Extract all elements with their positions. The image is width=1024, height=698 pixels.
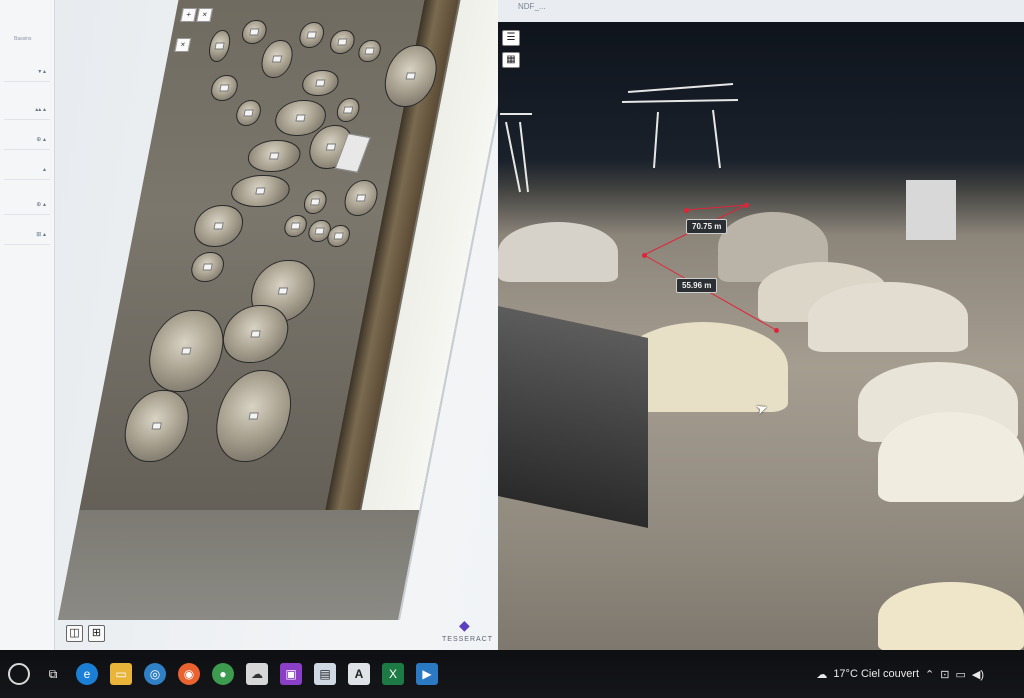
notepad-icon[interactable]: ▤ [314,663,336,685]
measure-point[interactable] [642,253,647,258]
stockpile[interactable] [118,390,195,462]
tesseract-logo-icon: ◆ [459,617,470,633]
split-view-button[interactable]: ◫ [66,625,83,642]
stockpile[interactable] [228,175,293,207]
search-button[interactable] [8,663,30,685]
cloud-icon: ☁ [816,668,828,681]
stockpile[interactable] [341,180,381,216]
panel-row-6[interactable]: ⊞ ▴ [4,225,50,245]
stockpile[interactable] [206,30,233,62]
measure-point[interactable] [684,208,689,213]
map-close-button-2[interactable]: × [174,38,192,52]
taskbar: ⧉ e ▭ ◎ ◉ ● ☁ ▣ ▤ A X ▶ ☁ 17°C Ciel couv… [0,650,1024,698]
stockpile[interactable] [142,310,231,392]
volume-icon[interactable]: ◀) [972,668,984,681]
chevron-up-icon[interactable]: ⌃ [925,668,934,681]
stockpile[interactable] [334,98,362,122]
stockpile[interactable] [208,370,299,462]
stockpile[interactable] [245,140,304,172]
stockpile[interactable] [301,190,329,214]
screen: Bassins ▾ ▴ ▴▴ ▴ ⊕ ▴ ▴ ⊕ ▴ ⊞ ▴ + × × NDF… [0,0,1024,650]
network-icon[interactable]: ⊡ [940,668,949,681]
layers-icon: ▦ [506,54,516,65]
point-cloud-viewer[interactable]: 70.75 m 55.96 m ☰ ▦ [498,22,1024,650]
measure-point[interactable] [744,203,749,208]
panel-row-5[interactable]: ⊕ ▴ [4,195,50,215]
edge-icon[interactable]: e [76,663,98,685]
maps-icon[interactable]: ● [212,663,234,685]
stockpile[interactable] [234,100,264,126]
stockpile[interactable] [188,252,227,282]
app-icon[interactable]: ☁ [246,663,268,685]
stockpile[interactable] [297,22,327,48]
excel-icon[interactable]: X [382,663,404,685]
display-icon[interactable]: ▭ [955,668,965,681]
stockpile[interactable] [239,20,269,44]
panel-row-3[interactable]: ⊕ ▴ [4,130,50,150]
map-add-button[interactable]: + [180,8,197,22]
stockpile[interactable] [190,205,247,247]
panel-row-2[interactable]: ▴▴ ▴ [4,100,50,120]
file-explorer-icon[interactable]: ▭ [110,663,132,685]
purple-app-icon[interactable]: ▣ [280,663,302,685]
menu-button[interactable]: ☰ [502,30,520,46]
layers-button[interactable]: ▦ [502,52,520,68]
system-tray: ☁ 17°C Ciel couvert ⌃ ⊡ ▭ ◀) [816,650,984,698]
stockpile[interactable] [282,215,309,237]
panel-row-4[interactable]: ▴ [4,160,50,180]
grid-view-button[interactable]: ⊞ [88,625,105,642]
weather-text[interactable]: 17°C Ciel couvert [833,668,919,680]
stockpile[interactable] [208,75,240,101]
orthophoto-map[interactable]: + × × [58,0,523,620]
stockpile[interactable] [299,70,341,96]
left-panel-label: Bassins [14,36,32,42]
left-tool-panel: Bassins ▾ ▴ ▴▴ ▴ ⊕ ▴ ▴ ⊕ ▴ ⊞ ▴ [0,0,55,650]
panel-row-1[interactable]: ▾ ▴ [4,62,50,82]
map-lower-area [58,510,420,620]
hamburger-icon: ☰ [506,32,516,43]
measure-point[interactable] [774,328,779,333]
chrome-icon[interactable]: ◎ [144,663,166,685]
task-view-icon[interactable]: ⧉ [42,663,64,685]
firefox-icon[interactable]: ◉ [178,663,200,685]
stockpile[interactable] [217,305,294,363]
measurement-lines [643,204,777,331]
viewer-tab[interactable]: NDF_... [498,0,1024,22]
brand-name: TESSERACT [442,636,494,643]
viewer-tab-title: NDF_... [518,2,546,11]
text-app-icon[interactable]: A [348,663,370,685]
stockpile[interactable] [356,40,383,62]
grid-view-icon: ⊞ [91,627,102,639]
split-view-icon: ◫ [69,627,80,639]
map-close-button[interactable]: × [196,8,213,22]
stockpile[interactable] [328,30,357,54]
measurement-label: 55.96 m [676,278,718,293]
stockpile[interactable] [258,40,296,78]
measurement-label: 70.75 m [686,219,728,234]
media-icon[interactable]: ▶ [416,663,438,685]
